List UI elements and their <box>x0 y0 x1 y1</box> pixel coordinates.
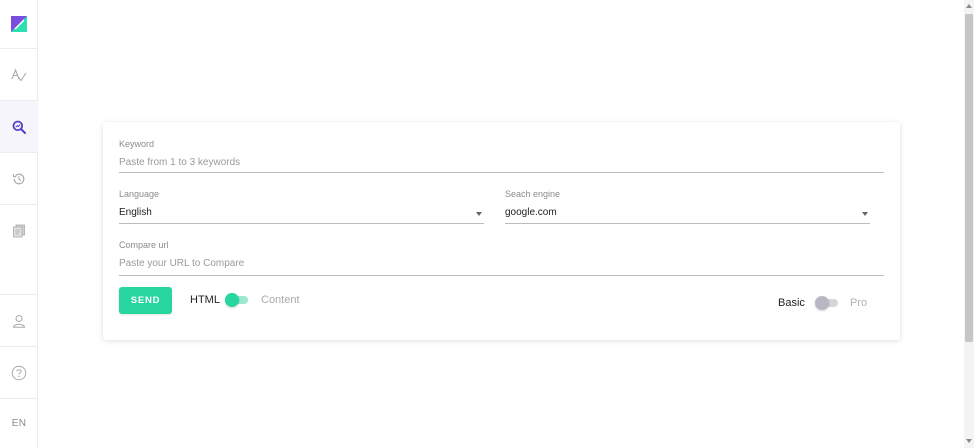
send-button[interactable]: SEND <box>119 287 172 314</box>
content-toggle-label: Content <box>261 294 300 306</box>
user-icon <box>12 314 26 328</box>
sidebar: EN <box>0 0 38 448</box>
help-icon <box>11 365 27 380</box>
basic-pro-toggle[interactable] <box>815 296 839 310</box>
toggle-thumb <box>225 293 239 307</box>
compare-url-field[interactable]: Compare url Paste your URL to Compare <box>119 240 884 276</box>
sidebar-item-documents[interactable] <box>0 205 38 295</box>
pro-toggle-label: Pro <box>850 297 868 309</box>
scroll-down-arrow-icon[interactable] <box>966 439 972 443</box>
search-engine-label: Seach engine <box>505 189 561 199</box>
vertical-scrollbar[interactable] <box>964 0 974 448</box>
keyword-underline <box>119 172 884 173</box>
documents-icon <box>13 224 25 237</box>
scrollbar-thumb[interactable] <box>965 14 973 342</box>
search-analytics-icon <box>12 120 26 134</box>
language-label: EN <box>11 418 27 429</box>
keyword-label: Keyword <box>119 139 155 149</box>
compare-url-underline <box>119 275 884 276</box>
search-engine-select[interactable]: Seach engine google.com <box>505 189 870 224</box>
search-engine-underline <box>505 223 870 224</box>
spellcheck-icon <box>11 67 27 81</box>
chevron-down-icon <box>862 212 868 216</box>
sidebar-item-search[interactable] <box>0 101 38 153</box>
toggle-thumb <box>815 296 829 310</box>
sidebar-item-help[interactable] <box>0 347 38 399</box>
scroll-up-arrow-icon[interactable] <box>966 4 972 8</box>
sidebar-item-history[interactable] <box>0 153 38 205</box>
history-icon <box>12 173 25 184</box>
sidebar-item-spellcheck[interactable] <box>0 49 38 101</box>
language-switcher[interactable]: EN <box>0 399 38 448</box>
search-form-card: Keyword Paste from 1 to 3 keywords Langu… <box>103 122 900 340</box>
compare-url-input[interactable]: Paste your URL to Compare <box>119 258 244 269</box>
sidebar-item-profile[interactable] <box>0 295 38 347</box>
chevron-down-icon <box>476 212 482 216</box>
sidebar-logo[interactable] <box>0 0 38 49</box>
app-logo-icon <box>11 16 27 32</box>
keyword-input[interactable]: Paste from 1 to 3 keywords <box>119 157 240 168</box>
language-label: Language <box>119 189 160 199</box>
compare-url-label: Compare url <box>119 240 169 250</box>
basic-toggle-label: Basic <box>778 297 805 309</box>
html-content-toggle[interactable] <box>225 293 249 307</box>
language-select[interactable]: Language English <box>119 189 484 224</box>
language-value: English <box>119 207 152 218</box>
search-engine-value: google.com <box>505 207 557 218</box>
html-toggle-label: HTML <box>190 294 220 306</box>
keyword-field[interactable]: Keyword Paste from 1 to 3 keywords <box>119 139 884 173</box>
language-underline <box>119 223 484 224</box>
